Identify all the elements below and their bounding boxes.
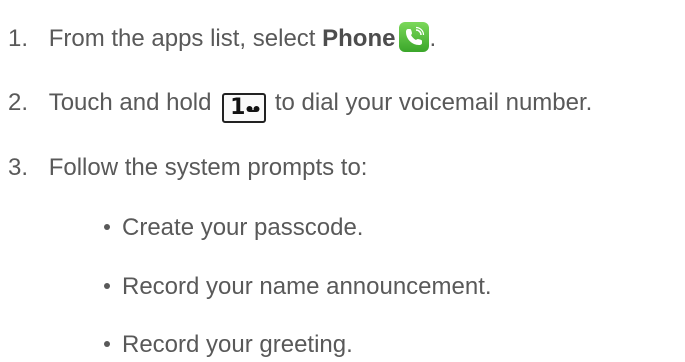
step-3: 3. Follow the system prompts to: (8, 153, 367, 183)
step-text-after: . (429, 25, 437, 52)
step-text-before: From the apps list, select (48, 25, 323, 52)
step-text: From the apps list, select Phone. (48, 22, 437, 52)
phone-label: Phone (322, 25, 396, 52)
phone-icon (399, 22, 430, 52)
step-number: 2. (8, 89, 29, 116)
step-text-before: Touch and hold (48, 89, 219, 116)
bullet-item: Record your greeting. (104, 330, 353, 360)
voicemail-symbol-icon (246, 106, 260, 112)
bullet-dot (104, 224, 110, 230)
bullet-item: Record your name announcement. (104, 272, 492, 302)
step-number: 3. (8, 154, 29, 181)
step-number: 1. (8, 25, 29, 52)
step-text-after: to dial your voicemail number. (268, 89, 593, 116)
bullet-dot (104, 283, 110, 289)
bullet-text: Record your greeting. (122, 331, 353, 358)
step-text: Follow the system prompts to: (48, 154, 368, 181)
bullet-text: Record your name announcement. (122, 273, 492, 300)
step-2: 2. Touch and hold 1 to dial your voicema… (8, 88, 592, 123)
bullet-text: Create your passcode. (122, 214, 364, 241)
bullet-item: Create your passcode. (104, 213, 363, 243)
key-label: 1 (230, 95, 246, 120)
bullet-dot (104, 341, 110, 347)
step-1: 1. From the apps list, select Phone. (8, 22, 436, 54)
voicemail-key-icon: 1 (222, 93, 267, 123)
step-text: Touch and hold 1 to dial your voicemail … (48, 89, 593, 123)
